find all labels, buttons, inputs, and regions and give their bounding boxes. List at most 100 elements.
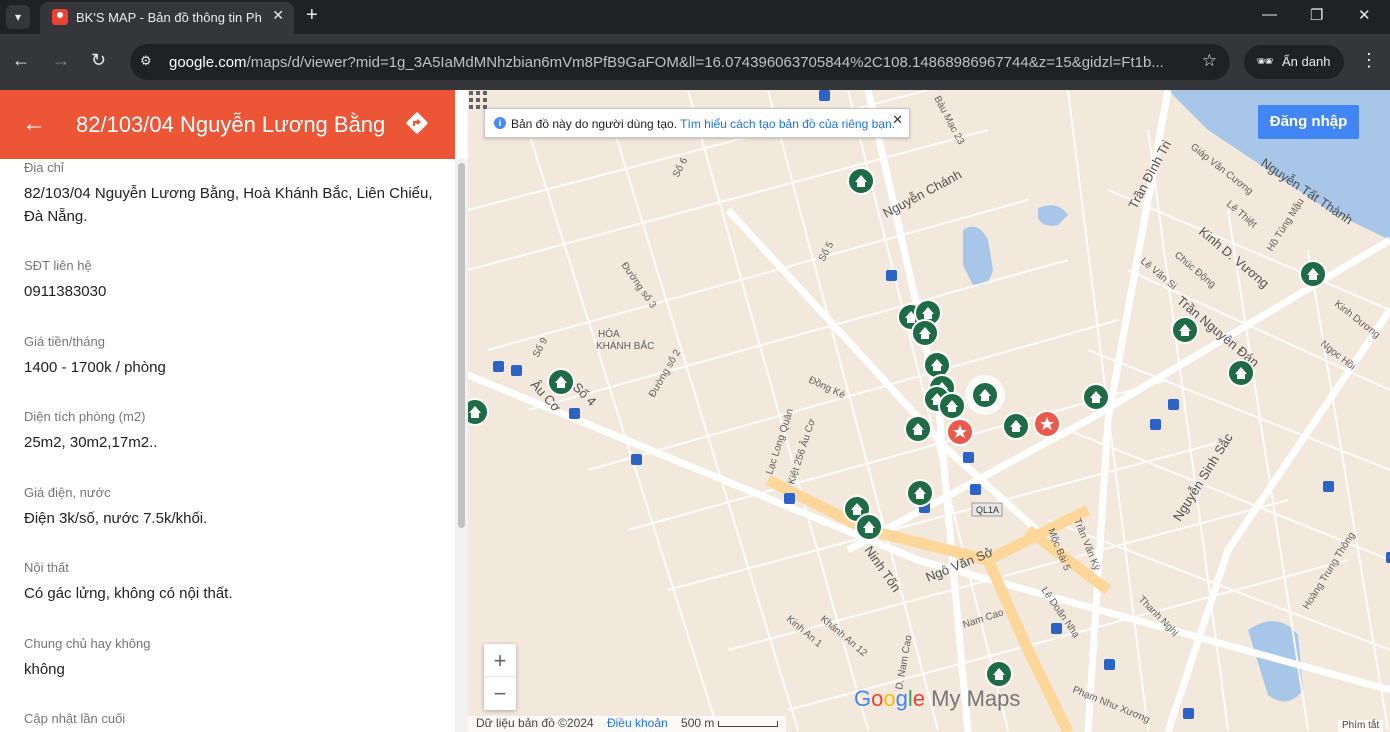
directions-icon[interactable] <box>405 111 429 135</box>
street-label: Lê Văn Si <box>1138 256 1178 292</box>
street-label: Đường số 3 <box>619 260 660 311</box>
field-area: Diện tích phòng (m2) 25m2, 30m2,17m2.. <box>24 409 444 454</box>
field-furniture: Nội thất Có gác lửng, không có nội thất. <box>24 560 444 605</box>
lake <box>963 226 993 286</box>
field-address: Địa chỉ 82/103/04 Nguyễn Lương Bằng, Hoà… <box>24 160 444 228</box>
field-label: Diện tích phòng (m2) <box>24 409 146 424</box>
street-label: Số 6 <box>670 155 690 179</box>
info-icon: i <box>494 117 506 129</box>
field-label: Địa chỉ <box>24 160 64 175</box>
field-utilities: Giá điện, nước Điện 3k/số, nước 7.5k/khố… <box>24 485 444 530</box>
field-phone: SĐT liên hệ 0911383030 <box>24 258 444 303</box>
street-label: Khánh An 12 <box>818 614 869 660</box>
tab-strip: ▾ BK'S MAP - Bản đồ thông tin Ph ✕ + — ❐… <box>0 0 1390 34</box>
panel-header: ← 82/103/04 Nguyễn Lương Bằng <box>0 90 455 159</box>
field-value: không <box>24 661 65 678</box>
notice-message: Bản đồ này do người dùng tạo. <box>511 117 678 131</box>
highway-badge-text: QL1A <box>976 505 999 515</box>
field-label: Chung chủ hay không <box>24 636 151 651</box>
scrollbar-thumb[interactable] <box>458 163 465 528</box>
field-value: 82/103/04 Nguyễn Lương Bằng, Hoà Khánh B… <box>24 185 433 225</box>
street-label: Kinh An 1 <box>784 614 824 650</box>
field-value: Có gác lửng, không có nội thất. <box>24 585 233 602</box>
tab-active[interactable]: BK'S MAP - Bản đồ thông tin Ph ✕ <box>40 2 294 34</box>
field-label: Cập nhật lần cuối <box>24 711 126 726</box>
browser-menu-icon[interactable]: ⋮ <box>1360 50 1378 71</box>
minimize-icon[interactable]: — <box>1262 6 1277 23</box>
field-shared-owner: Chung chủ hay không không <box>24 636 444 681</box>
notice-close-icon[interactable]: ✕ <box>892 112 903 128</box>
field-label: SĐT liên hệ <box>24 258 92 273</box>
logo-letter: o <box>883 686 896 711</box>
bookmark-star-icon[interactable]: ☆ <box>1202 51 1217 71</box>
feature-detail-panel: ← 82/103/04 Nguyễn Lương Bằng Địa chỉ 82… <box>0 90 468 732</box>
street-label: Đường số 2 <box>646 347 683 400</box>
forward-icon[interactable]: → <box>52 50 70 71</box>
apps-grid-icon[interactable] <box>468 90 488 110</box>
login-button[interactable]: Đăng nhập <box>1258 105 1359 139</box>
field-price: Giá tiền/tháng 1400 - 1700k / phòng <box>24 334 444 379</box>
tab-title: BK'S MAP - Bản đồ thông tin Ph <box>76 10 262 25</box>
browser-toolbar: ← → ↻ ⚙ google.com/maps/d/viewer?mid=1g_… <box>0 34 1390 90</box>
street-label: Phạm Như Xương <box>1071 685 1151 726</box>
street-label: Thanh Nghị <box>1136 594 1180 638</box>
zoom-control: + − <box>484 644 516 710</box>
field-value: 0911383030 <box>24 283 107 300</box>
notice-link[interactable]: Tìm hiểu cách tạo bản đồ của riêng bạn. <box>680 117 895 131</box>
street-label: Ngọc Hồi <box>1318 338 1358 373</box>
reload-icon[interactable]: ↻ <box>91 50 106 71</box>
highway-badge: QL1A <box>971 502 1003 517</box>
street-label: Nguyễn Sinh Sắc <box>1170 430 1236 524</box>
street-label: Kinh Dương <box>1332 299 1382 341</box>
logo-letter: o <box>871 686 884 711</box>
window-close-icon[interactable]: ✕ <box>1358 6 1371 24</box>
street-label: Số 9 <box>530 335 550 359</box>
url-path: /maps/d/viewer?mid=1g_3A5IaMdMNhzbian6mV… <box>246 54 1164 71</box>
street-label: Hồ Tùng Mậu <box>1264 196 1306 254</box>
street-label: Nam Cao <box>962 607 1006 631</box>
back-icon[interactable]: ← <box>12 50 30 71</box>
field-label: Giá điện, nước <box>24 485 111 500</box>
area-label: KHÁNH BẮC <box>596 339 654 352</box>
user-map-notice: i Bản đồ này do người dùng tạo. Tìm hiểu… <box>484 108 910 138</box>
new-tab-icon[interactable]: + <box>306 4 318 27</box>
street-label: Bàu Mạc 23 <box>931 94 966 147</box>
map-tiles: Nguyễn Chánh Bàu Mạc 23 Trần Đình Tri Gi… <box>468 90 1390 732</box>
google-my-maps-logo: Google My Maps <box>854 686 1020 712</box>
field-label: Nội thất <box>24 560 69 575</box>
map-canvas[interactable]: Nguyễn Chánh Bàu Mạc 23 Trần Đình Tri Gi… <box>468 90 1390 732</box>
incognito-label: Ẩn danh <box>1282 54 1331 69</box>
area-label: HÒA <box>598 327 620 340</box>
scale-bar <box>717 720 778 727</box>
incognito-icon: 🕶 <box>1256 53 1274 69</box>
notice-text: Bản đồ này do người dùng tạo. Tìm hiểu c… <box>511 117 895 131</box>
site-info-icon[interactable]: ⚙ <box>140 53 152 69</box>
zoom-out-button[interactable]: − <box>484 677 516 710</box>
terms-link[interactable]: Điều khoản <box>607 716 668 730</box>
back-arrow-icon[interactable]: ← <box>22 110 46 138</box>
panel-scrollbar[interactable] <box>455 159 468 732</box>
map-attribution: Dữ liệu bản đồ ©2024 Điều khoản 500 m <box>468 716 786 732</box>
tab-search-button[interactable]: ▾ <box>6 5 30 29</box>
logo-letter: e <box>912 686 926 711</box>
street-label: Số 5 <box>816 239 836 263</box>
url-host: google.com <box>169 54 247 71</box>
zoom-in-button[interactable]: + <box>484 644 516 677</box>
field-value: Điện 3k/số, nước 7.5k/khối. <box>24 510 208 527</box>
field-value: 25m2, 30m2,17m2.. <box>24 434 158 451</box>
address-bar[interactable]: ⚙ google.com/maps/d/viewer?mid=1g_3A5IaM… <box>130 44 1230 80</box>
field-last-updated: Cập nhật lần cuối <box>24 711 444 732</box>
street-label: D. Nam Cao <box>894 634 914 691</box>
field-value: 1400 - 1700k / phòng <box>24 359 166 376</box>
incognito-badge[interactable]: 🕶 Ẩn danh <box>1244 45 1344 79</box>
field-label: Giá tiền/tháng <box>24 334 105 349</box>
logo-suffix: My Maps <box>925 686 1021 711</box>
scale-label[interactable]: 500 m <box>681 716 714 730</box>
logo-letter: g <box>895 686 908 711</box>
logo-letter: G <box>854 686 872 711</box>
keyboard-shortcuts-link[interactable]: Phím tắt <box>1338 720 1384 732</box>
url-text[interactable]: google.com/maps/d/viewer?mid=1g_3A5IaMdM… <box>169 54 1179 71</box>
pond <box>1038 205 1068 226</box>
tab-close-icon[interactable]: ✕ <box>272 7 284 24</box>
restore-icon[interactable]: ❐ <box>1310 6 1323 24</box>
